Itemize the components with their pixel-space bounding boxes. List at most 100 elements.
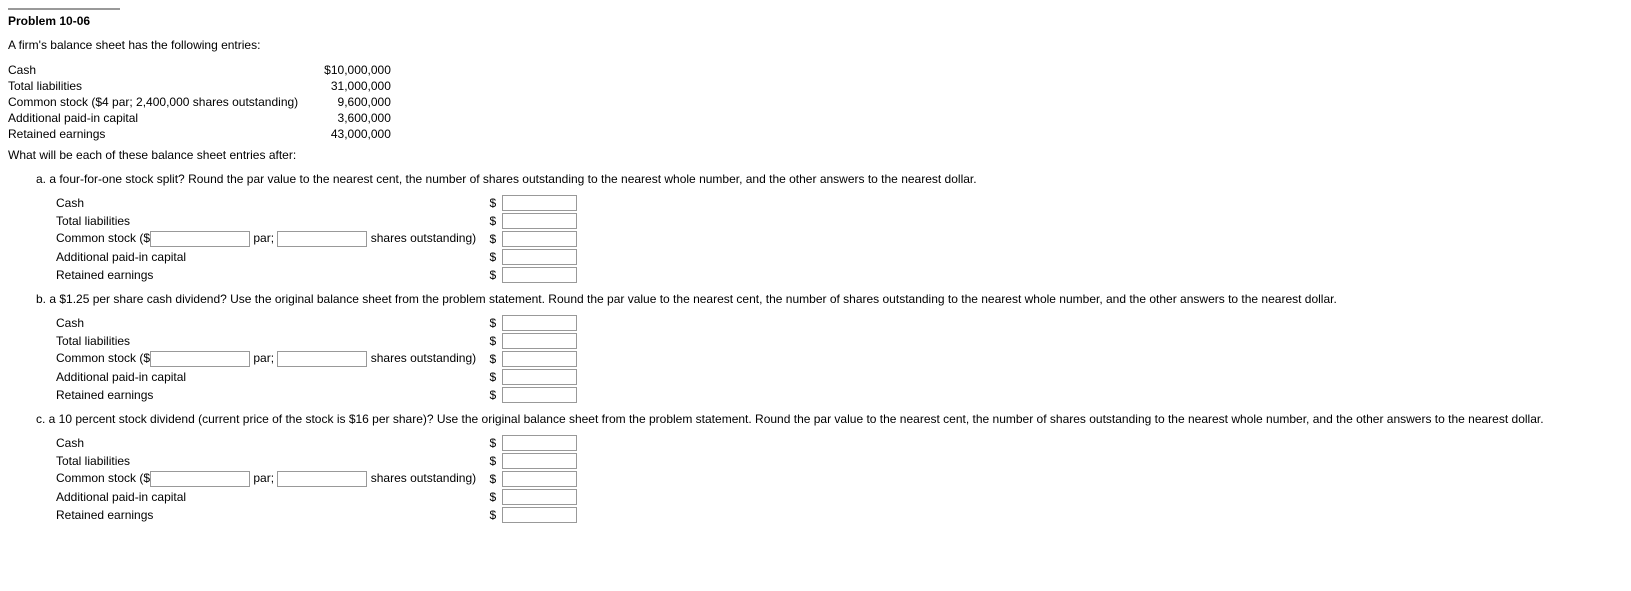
dollar-sign: $: [482, 368, 502, 386]
total-liab-input-b[interactable]: [502, 333, 577, 349]
table-row: Common stock ($ par; shares outstanding)…: [56, 350, 583, 368]
row-label: Common stock ($ par; shares outstanding): [56, 230, 482, 248]
bs-label: Additional paid-in capital: [8, 110, 304, 126]
row-label: Cash: [56, 194, 482, 212]
common-stock-input-c[interactable]: [502, 471, 577, 487]
dollar-sign: $: [482, 194, 502, 212]
row-label: Common stock ($ par; shares outstanding): [56, 470, 482, 488]
dollar-sign: $: [482, 386, 502, 404]
par-input-c[interactable]: [150, 471, 250, 487]
row-label: Cash: [56, 434, 482, 452]
par-sep: par;: [250, 471, 277, 485]
row-label: Total liabilities: [56, 212, 482, 230]
cs-suffix: shares outstanding): [367, 231, 476, 245]
row-label: Additional paid-in capital: [56, 488, 482, 506]
dollar-sign: $: [482, 452, 502, 470]
row-label: Common stock ($ par; shares outstanding): [56, 350, 482, 368]
row-label: Total liabilities: [56, 452, 482, 470]
common-stock-input-b[interactable]: [502, 351, 577, 367]
bs-label: Cash: [8, 62, 304, 78]
bs-label: Common stock ($4 par; 2,400,000 shares o…: [8, 94, 304, 110]
cash-input-b[interactable]: [502, 315, 577, 331]
apic-input-c[interactable]: [502, 489, 577, 505]
part-a: a. a four-for-one stock split? Round the…: [36, 172, 1623, 284]
table-row: Total liabilities $: [56, 452, 583, 470]
answer-table-c: Cash $ Total liabilities $ Common stock …: [56, 434, 583, 524]
bs-value: 3,600,000: [304, 110, 397, 126]
bs-value: $10,000,000: [304, 62, 397, 78]
par-input-b[interactable]: [150, 351, 250, 367]
par-sep: par;: [250, 231, 277, 245]
total-liab-input-a[interactable]: [502, 213, 577, 229]
table-row: Additional paid-in capital 3,600,000: [8, 110, 397, 126]
bs-value: 31,000,000: [304, 78, 397, 94]
dollar-sign: $: [482, 248, 502, 266]
dollar-sign: $: [482, 350, 502, 368]
table-row: Retained earnings $: [56, 266, 583, 284]
table-row: Retained earnings $: [56, 506, 583, 524]
par-input-a[interactable]: [150, 231, 250, 247]
apic-input-a[interactable]: [502, 249, 577, 265]
cs-prefix: Common stock ($: [56, 231, 150, 245]
balance-sheet-table: Cash $10,000,000 Total liabilities 31,00…: [8, 62, 397, 142]
table-row: Additional paid-in capital $: [56, 488, 583, 506]
row-label: Cash: [56, 314, 482, 332]
re-input-c[interactable]: [502, 507, 577, 523]
bs-label: Total liabilities: [8, 78, 304, 94]
followup-text: What will be each of these balance sheet…: [8, 148, 1623, 162]
total-liab-input-c[interactable]: [502, 453, 577, 469]
answer-table-b: Cash $ Total liabilities $ Common stock …: [56, 314, 583, 404]
cs-suffix: shares outstanding): [367, 471, 476, 485]
row-label: Retained earnings: [56, 266, 482, 284]
part-a-question: a. a four-for-one stock split? Round the…: [36, 172, 1623, 186]
dollar-sign: $: [482, 314, 502, 332]
part-c-question: c. a 10 percent stock dividend (current …: [36, 412, 1623, 426]
part-c: c. a 10 percent stock dividend (current …: [36, 412, 1623, 524]
cs-prefix: Common stock ($: [56, 351, 150, 365]
table-row: Common stock ($ par; shares outstanding)…: [56, 230, 583, 248]
par-sep: par;: [250, 351, 277, 365]
bs-value: 43,000,000: [304, 126, 397, 142]
table-row: Cash $: [56, 194, 583, 212]
table-row: Cash $10,000,000: [8, 62, 397, 78]
shares-input-a[interactable]: [277, 231, 367, 247]
apic-input-b[interactable]: [502, 369, 577, 385]
row-label: Retained earnings: [56, 386, 482, 404]
cs-prefix: Common stock ($: [56, 471, 150, 485]
cash-input-a[interactable]: [502, 195, 577, 211]
shares-input-b[interactable]: [277, 351, 367, 367]
dollar-sign: $: [482, 470, 502, 488]
bs-label: Retained earnings: [8, 126, 304, 142]
dollar-sign: $: [482, 506, 502, 524]
table-row: Additional paid-in capital $: [56, 248, 583, 266]
dollar-sign: $: [482, 230, 502, 248]
table-row: Cash $: [56, 434, 583, 452]
shares-input-c[interactable]: [277, 471, 367, 487]
dollar-sign: $: [482, 488, 502, 506]
table-row: Total liabilities 31,000,000: [8, 78, 397, 94]
cs-suffix: shares outstanding): [367, 351, 476, 365]
cash-input-c[interactable]: [502, 435, 577, 451]
table-row: Common stock ($4 par; 2,400,000 shares o…: [8, 94, 397, 110]
dollar-sign: $: [482, 212, 502, 230]
dollar-sign: $: [482, 332, 502, 350]
re-input-b[interactable]: [502, 387, 577, 403]
common-stock-input-a[interactable]: [502, 231, 577, 247]
dollar-sign: $: [482, 434, 502, 452]
intro-text: A firm's balance sheet has the following…: [8, 38, 1623, 52]
part-b: b. a $1.25 per share cash dividend? Use …: [36, 292, 1623, 404]
row-label: Retained earnings: [56, 506, 482, 524]
table-row: Retained earnings 43,000,000: [8, 126, 397, 142]
table-row: Cash $: [56, 314, 583, 332]
table-row: Additional paid-in capital $: [56, 368, 583, 386]
table-row: Total liabilities $: [56, 212, 583, 230]
re-input-a[interactable]: [502, 267, 577, 283]
row-label: Total liabilities: [56, 332, 482, 350]
row-label: Additional paid-in capital: [56, 248, 482, 266]
part-b-question: b. a $1.25 per share cash dividend? Use …: [36, 292, 1623, 306]
problem-title: Problem 10-06: [8, 8, 120, 28]
bs-value: 9,600,000: [304, 94, 397, 110]
table-row: Common stock ($ par; shares outstanding)…: [56, 470, 583, 488]
answer-table-a: Cash $ Total liabilities $ Common stock …: [56, 194, 583, 284]
table-row: Retained earnings $: [56, 386, 583, 404]
